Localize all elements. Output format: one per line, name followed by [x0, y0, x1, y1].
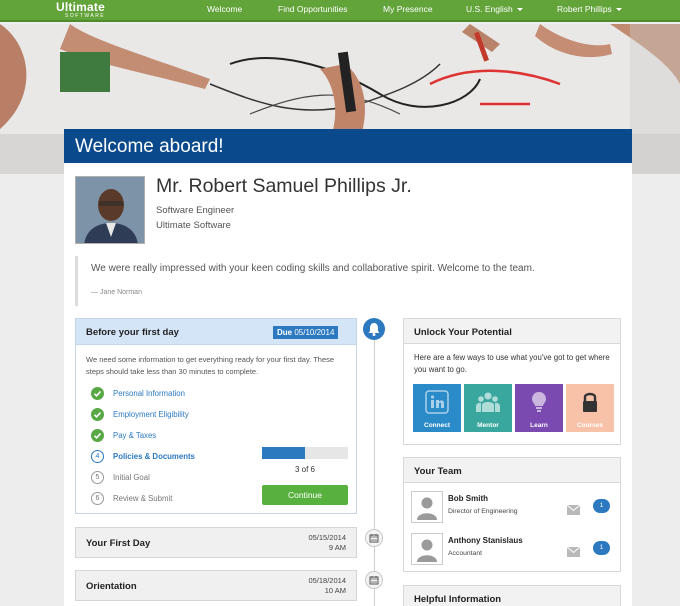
- welcome-banner: Welcome aboard!: [64, 129, 632, 163]
- member-name: Anthony Stanislaus: [448, 536, 523, 545]
- message-count-badge[interactable]: 1: [593, 499, 610, 513]
- avatar: [411, 491, 443, 523]
- event-title: Orientation: [86, 581, 137, 592]
- event-orientation[interactable]: Orientation 05/18/2014 10 AM: [75, 570, 357, 601]
- progress-bar: [262, 447, 348, 459]
- timeline-line: [374, 320, 375, 606]
- event-date: 05/15/2014: [308, 533, 346, 542]
- nav-welcome[interactable]: Welcome: [207, 4, 242, 14]
- event-time: 10 AM: [324, 586, 346, 595]
- logo-text: Ultimate: [56, 0, 105, 14]
- panel-description: We need some information to get everythi…: [86, 355, 335, 376]
- tile-mentor[interactable]: Mentor: [464, 384, 512, 432]
- member-role: Director of Engineering: [448, 508, 518, 515]
- tile-connect[interactable]: Connect: [413, 384, 461, 432]
- mail-icon[interactable]: [566, 544, 581, 562]
- page-title: Welcome aboard!: [75, 136, 224, 157]
- nav-find-opportunities[interactable]: Find Opportunities: [278, 4, 347, 14]
- nav-my-presence[interactable]: My Presence: [383, 4, 433, 14]
- before-first-day-panel: Before your first day Due 05/10/2014 We …: [75, 318, 357, 514]
- profile-photo: [75, 176, 145, 244]
- helpful-information-panel: Helpful Information: [403, 585, 621, 606]
- step-label: Review & Submit: [113, 494, 173, 503]
- people-icon: [476, 392, 500, 412]
- employee-name: Mr. Robert Samuel Phillips Jr.: [156, 175, 412, 197]
- calendar-icon: [365, 571, 383, 589]
- mail-icon[interactable]: [566, 502, 581, 520]
- nav-user-menu[interactable]: Robert Phillips: [557, 4, 622, 14]
- tile-label: Learn: [530, 422, 548, 429]
- panel-title: Unlock Your Potential: [404, 319, 620, 344]
- calendar-icon: [365, 529, 383, 547]
- nav-language[interactable]: U.S. English: [466, 4, 523, 14]
- lock-icon: [583, 392, 597, 412]
- company-logo[interactable]: Ultimate SOFTWARE: [56, 1, 105, 19]
- step-label: Initial Goal: [113, 473, 150, 482]
- event-date: 05/18/2014: [308, 576, 346, 585]
- language-label: U.S. English: [466, 4, 513, 14]
- panel-title: Before your first day: [86, 327, 179, 338]
- panel-title: Your Team: [404, 458, 620, 483]
- tile-label: Mentor: [477, 422, 499, 429]
- user-menu-label: Robert Phillips: [557, 4, 612, 14]
- team-member[interactable]: Anthony Stanislaus Accountant 1: [411, 532, 614, 568]
- welcome-quote: We were really impressed with your keen …: [75, 256, 620, 306]
- due-badge: Due 05/10/2014: [273, 326, 339, 339]
- step-label: Personal Information: [113, 389, 185, 398]
- due-date: 05/10/2014: [294, 328, 335, 337]
- progress-text: 3 of 6: [294, 465, 315, 474]
- panel-description: Here are a few ways to use what you've g…: [414, 353, 610, 374]
- step-number: 4: [91, 450, 104, 463]
- chevron-down-icon: [516, 8, 523, 12]
- due-label: Due: [277, 328, 293, 337]
- top-nav: Ultimate SOFTWARE Welcome Find Opportuni…: [0, 0, 680, 22]
- check-icon: [91, 408, 104, 421]
- employee-company: Ultimate Software: [156, 220, 231, 231]
- panel-title: Helpful Information: [404, 586, 620, 606]
- step-label: Pay & Taxes: [113, 431, 157, 440]
- your-team-panel: Your Team Bob Smith Director of Engineer…: [403, 457, 621, 572]
- check-icon: [91, 429, 104, 442]
- event-datetime: 05/18/2014 10 AM: [308, 576, 346, 596]
- quote-author: — Jane Norman: [91, 289, 142, 296]
- continue-button[interactable]: Continue: [262, 485, 348, 505]
- step-label: Policies & Documents: [113, 452, 195, 461]
- member-role: Accountant: [448, 550, 483, 557]
- avatar: [411, 533, 443, 565]
- event-datetime: 05/15/2014 9 AM: [308, 533, 346, 553]
- step-number: 5: [91, 471, 104, 484]
- chevron-down-icon: [615, 8, 622, 12]
- unlock-potential-panel: Unlock Your Potential Here are a few way…: [403, 318, 621, 445]
- employee-role: Software Engineer: [156, 205, 235, 216]
- panel-header: Before your first day Due 05/10/2014: [76, 319, 356, 345]
- lightbulb-icon: [532, 392, 546, 412]
- linkedin-icon: [425, 390, 449, 414]
- step-number: 6: [91, 492, 104, 505]
- progress-fill: [262, 447, 305, 459]
- message-count-badge[interactable]: 1: [593, 541, 610, 555]
- event-first-day[interactable]: Your First Day 05/15/2014 9 AM: [75, 527, 357, 558]
- tile-label: Courses: [576, 422, 603, 429]
- check-icon: [91, 387, 104, 400]
- bell-icon: [363, 318, 385, 340]
- tile-courses[interactable]: Courses: [566, 384, 614, 432]
- event-time: 9 AM: [328, 543, 346, 552]
- step-label: Employment Eligibility: [113, 410, 189, 419]
- team-member[interactable]: Bob Smith Director of Engineering 1: [411, 490, 614, 526]
- event-title: Your First Day: [86, 538, 151, 549]
- tile-learn[interactable]: Learn: [515, 384, 563, 432]
- quote-text: We were really impressed with your keen …: [91, 263, 535, 274]
- member-name: Bob Smith: [448, 494, 488, 503]
- tile-label: Connect: [424, 422, 450, 429]
